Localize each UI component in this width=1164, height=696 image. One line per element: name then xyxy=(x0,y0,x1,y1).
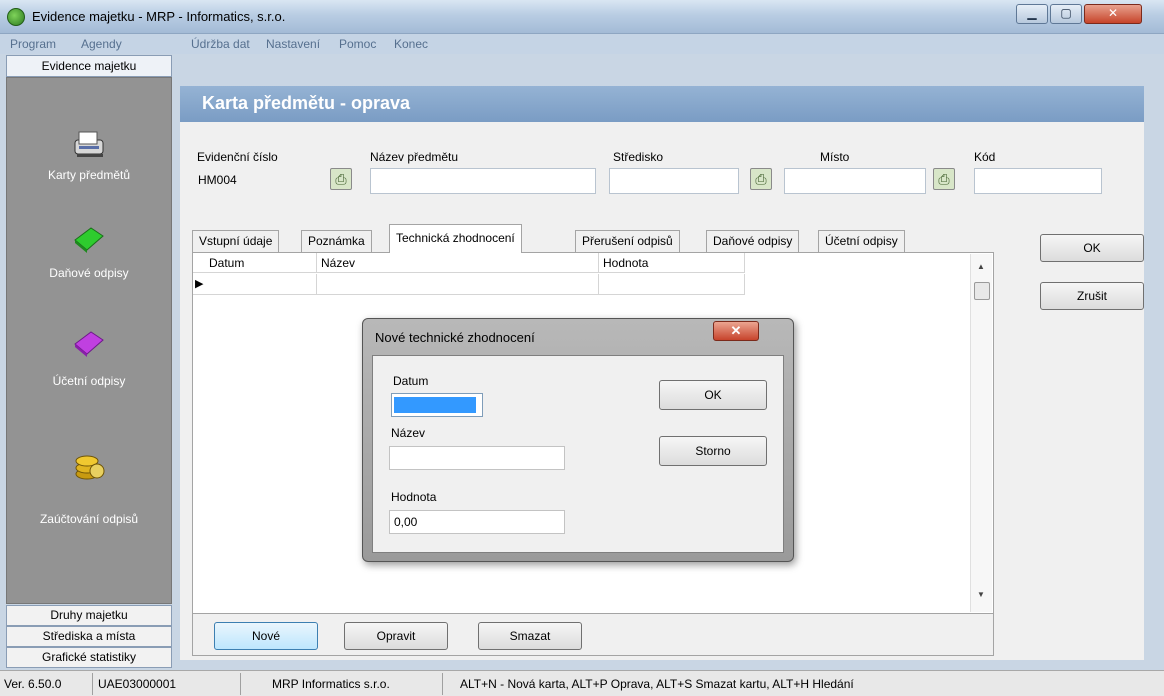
stredisko-picker-icon[interactable]: ⎙ xyxy=(750,168,772,190)
scroll-down-icon[interactable]: ▼ xyxy=(977,590,985,599)
grid-cell-hodnota[interactable] xyxy=(599,274,745,295)
evidencni-cislo-picker-icon[interactable]: ⎙ xyxy=(330,168,352,190)
dialog-hodnota-label: Hodnota xyxy=(391,490,437,504)
stredisko-field[interactable] xyxy=(609,168,739,194)
menu-konec[interactable]: Konec xyxy=(394,37,428,51)
nav-label-ucetni: Účetní odpisy xyxy=(52,374,126,388)
close-button[interactable]: ✕ xyxy=(1084,4,1142,24)
row-marker: ▶ xyxy=(193,274,317,295)
title-bar: Evidence majetku - MRP - Informatics, s.… xyxy=(0,0,1164,34)
edit-button[interactable]: Opravit xyxy=(344,622,448,650)
misto-field[interactable] xyxy=(784,168,926,194)
nav-graficke-statistiky[interactable]: Grafické statistiky xyxy=(6,647,172,668)
nav-druhy-majetku[interactable]: Druhy majetku xyxy=(6,605,172,626)
nav-strediska-mista[interactable]: Střediska a místa xyxy=(6,626,172,647)
dialog-hodnota-field[interactable]: 0,00 xyxy=(389,510,565,534)
tab-preruseni-odpisu[interactable]: Přerušení odpisů xyxy=(575,230,680,252)
status-divider xyxy=(92,673,93,695)
label-stredisko: Středisko xyxy=(613,150,664,164)
tab-ucetni-odpisy[interactable]: Účetní odpisy xyxy=(818,230,905,252)
label-evidencni-cislo: Evidenční číslo xyxy=(197,150,278,164)
form-title: Karta předmětu - oprava xyxy=(202,93,411,113)
form-header: Karta předmětu - oprava xyxy=(180,86,1144,122)
app-icon xyxy=(7,8,25,26)
status-divider xyxy=(240,673,241,695)
grid-header-datum[interactable]: Datum xyxy=(193,253,317,273)
scroll-up-icon[interactable]: ▲ xyxy=(977,262,985,271)
scroll-thumb[interactable] xyxy=(974,282,990,300)
grid-header-hodnota[interactable]: Hodnota xyxy=(599,253,745,273)
form-cancel-button[interactable]: Zrušit xyxy=(1040,282,1144,310)
new-tz-dialog: Nové technické zhodnocení ✕ Datum Název … xyxy=(362,318,794,562)
dialog-storno-button[interactable]: Storno xyxy=(659,436,767,466)
form-ok-button[interactable]: OK xyxy=(1040,234,1144,262)
nav-panel: Karty předmětů Daňové odpisy Účetní odpi… xyxy=(6,77,172,604)
nav-item-karty-predmetu[interactable]: Karty předmětů xyxy=(7,126,171,196)
label-misto: Místo xyxy=(820,150,850,164)
status-bar: Ver. 6.50.0 UAE03000001 MRP Informatics … xyxy=(0,670,1164,696)
tab-poznamka[interactable]: Poznámka xyxy=(301,230,372,252)
menu-nastaveni[interactable]: Nastavení xyxy=(266,37,320,51)
grid-scrollbar[interactable]: ▲ ▼ xyxy=(970,254,992,612)
tab-danove-odpisy[interactable]: Daňové odpisy xyxy=(706,230,800,252)
nav-label-zauctovani: Zaúčtování odpisů xyxy=(39,512,139,526)
tab-vstupni-udaje[interactable]: Vstupní údaje xyxy=(192,230,280,252)
nav-header[interactable]: Evidence majetku xyxy=(6,55,172,77)
status-shortcuts: ALT+N - Nová karta, ALT+P Oprava, ALT+S … xyxy=(460,677,854,691)
dialog-datum-field[interactable] xyxy=(391,393,483,417)
tab-technicka-zhodnoceni[interactable]: Technická zhodnocení xyxy=(389,224,522,253)
menu-bar: Program Agendy Údržba dat Nastavení Pomo… xyxy=(0,34,1164,54)
label-nazev-predmetu: Název předmětu xyxy=(370,150,459,164)
datum-selection xyxy=(394,397,476,413)
dialog-title: Nové technické zhodnocení xyxy=(375,330,535,345)
new-button[interactable]: Nové xyxy=(214,622,318,650)
status-divider xyxy=(442,673,443,695)
menu-agendy[interactable]: Agendy xyxy=(81,37,122,51)
nav-label-karty: Karty předmětů xyxy=(47,168,131,182)
minimize-button[interactable]: ▁ xyxy=(1016,4,1048,24)
coins-icon xyxy=(75,455,105,480)
maximize-button[interactable]: ▢ xyxy=(1050,4,1082,24)
dialog-body: Datum Název Hodnota 0,00 OK Storno xyxy=(372,355,784,553)
status-company: MRP Informatics s.r.o. xyxy=(272,677,390,691)
dialog-datum-label: Datum xyxy=(393,374,429,388)
menu-program[interactable]: Program xyxy=(10,37,56,51)
status-code: UAE03000001 xyxy=(98,677,177,691)
nav-label-danove: Daňové odpisy xyxy=(49,266,129,280)
nazev-predmetu-field[interactable] xyxy=(370,168,596,194)
scanner-icon xyxy=(74,131,104,157)
dialog-nazev-label: Název xyxy=(391,426,426,440)
purple-book-icon xyxy=(74,331,104,357)
grid-header-nazev[interactable]: Název xyxy=(317,253,599,273)
kod-field[interactable] xyxy=(974,168,1102,194)
status-version: Ver. 6.50.0 xyxy=(4,677,62,691)
label-kod: Kód xyxy=(974,150,996,164)
menu-pomoc[interactable]: Pomoc xyxy=(339,37,376,51)
menu-udrzba-dat[interactable]: Údržba dat xyxy=(191,37,250,51)
dialog-nazev-field[interactable] xyxy=(389,446,565,470)
grid-cell-nazev[interactable] xyxy=(317,274,599,295)
nav-item-zauctovani[interactable]: Zaúčtování odpisů xyxy=(7,446,171,526)
misto-picker-icon[interactable]: ⎙ xyxy=(933,168,955,190)
evidencni-cislo-field[interactable]: HM004 xyxy=(193,168,323,194)
delete-button[interactable]: Smazat xyxy=(478,622,582,650)
nav-item-danove-odpisy[interactable]: Daňové odpisy xyxy=(7,220,171,290)
nav-item-ucetni-odpisy[interactable]: Účetní odpisy xyxy=(7,324,171,394)
green-book-icon xyxy=(74,227,104,253)
dialog-close-button[interactable]: ✕ xyxy=(713,321,759,341)
window-title: Evidence majetku - MRP - Informatics, s.… xyxy=(32,9,286,24)
dialog-ok-button[interactable]: OK xyxy=(659,380,767,410)
